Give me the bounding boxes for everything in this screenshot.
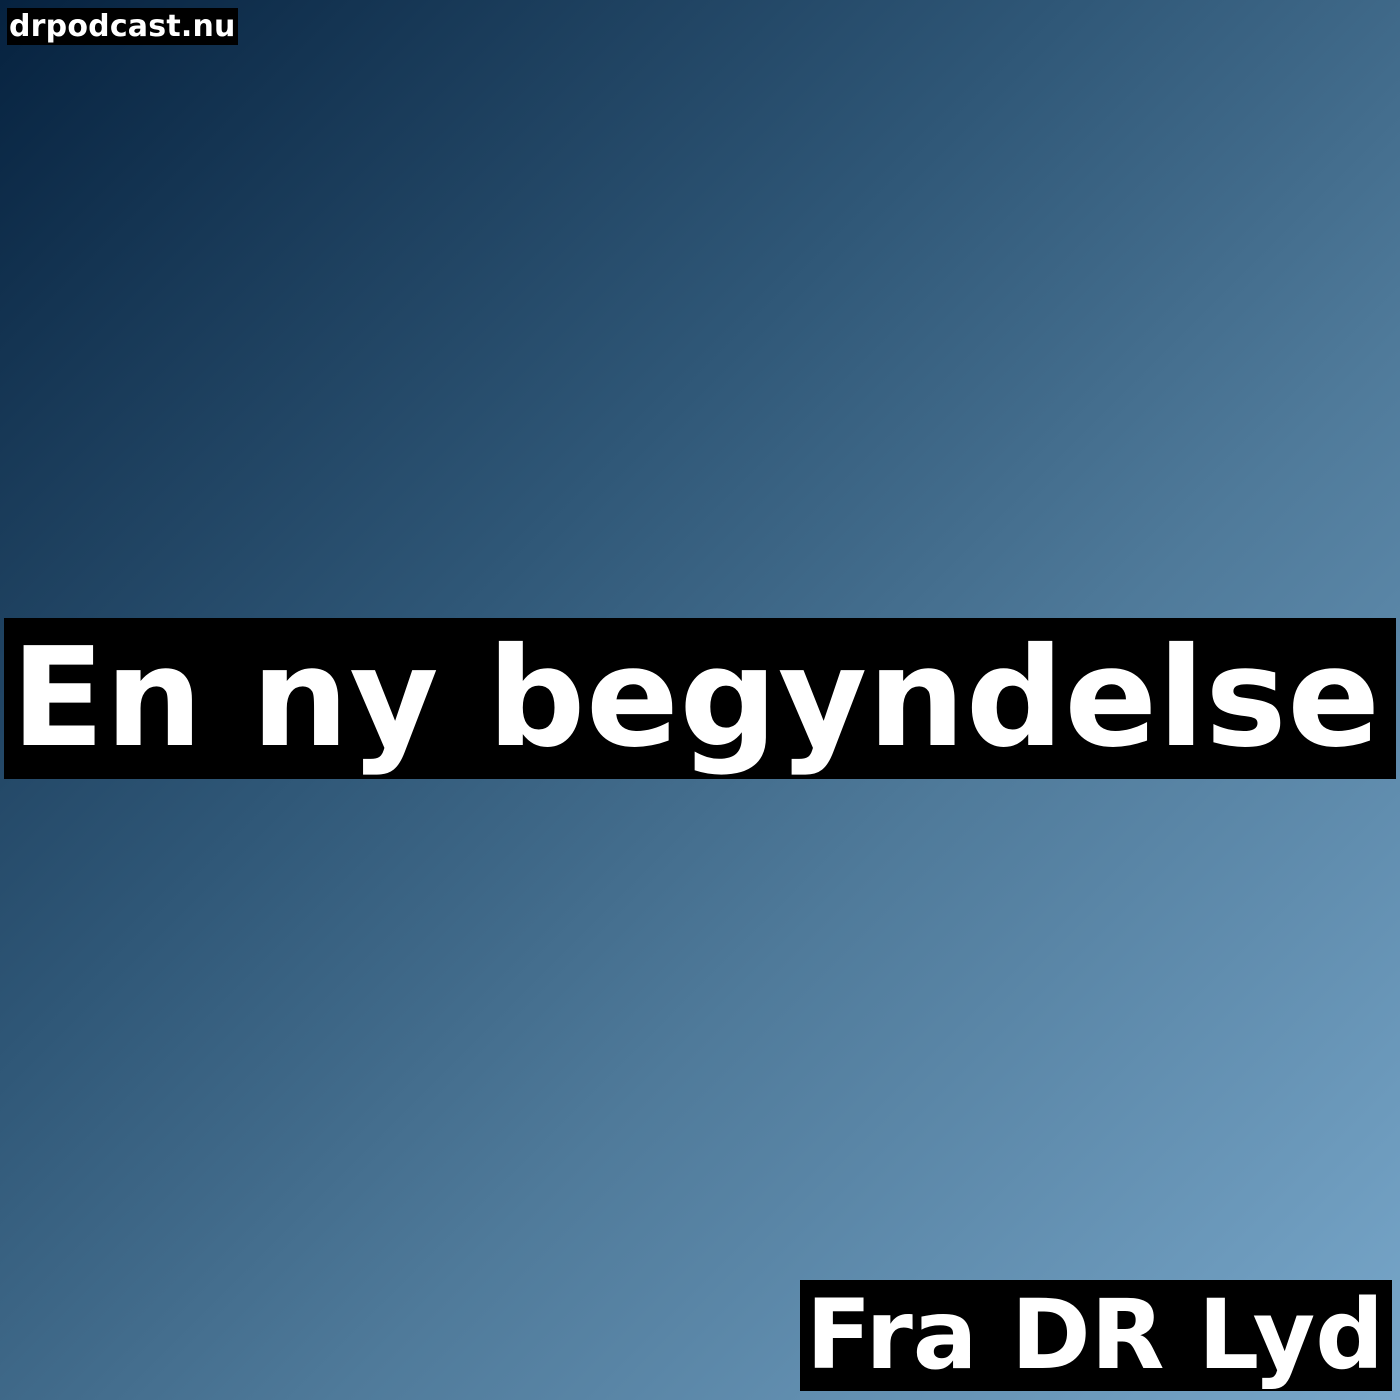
podcast-title: En ny begyndelse	[11, 619, 1381, 778]
title-box: En ny begyndelse	[4, 618, 1396, 779]
site-label: drpodcast.nu	[7, 8, 238, 45]
podcast-cover: { "cover": { "site": "drpodcast.nu", "ti…	[0, 0, 1400, 1400]
source-label: Fra DR Lyd	[806, 1280, 1384, 1391]
source-box: Fra DR Lyd	[800, 1280, 1392, 1391]
